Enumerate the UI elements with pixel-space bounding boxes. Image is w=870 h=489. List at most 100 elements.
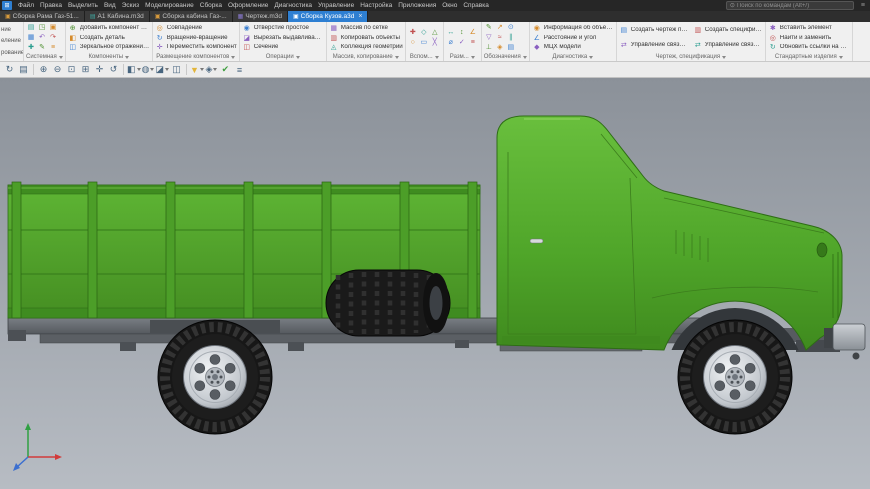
ribbon-icon[interactable]: ✚ xyxy=(26,43,36,52)
ribbon-group-label[interactable]: Диагностика xyxy=(532,53,614,61)
ribbon-icon[interactable]: ↗ xyxy=(495,23,505,32)
scheme-icon[interactable]: ▤ xyxy=(17,63,30,76)
ribbon-button[interactable]: ◫Сечение xyxy=(242,43,324,52)
document-tab[interactable]: ▣Сборка Кузов.a3d× xyxy=(288,11,368,22)
ribbon-icon[interactable]: ⌀ xyxy=(446,38,456,47)
ribbon-button[interactable]: ∠Расстояние и угол xyxy=(532,34,614,43)
menu-item[interactable]: Приложения xyxy=(395,2,439,9)
menu-item[interactable]: Моделирование xyxy=(142,2,197,9)
ribbon-icon[interactable]: ↷ xyxy=(48,33,58,42)
ribbon-icon[interactable]: ◈ xyxy=(495,43,505,52)
pan-icon[interactable]: ✛ xyxy=(93,63,106,76)
ribbon-button[interactable]: ↻Обновить ссылки на мод... xyxy=(768,43,850,52)
ribbon-icon[interactable]: ╳ xyxy=(430,38,440,47)
ribbon-icon[interactable]: ≡ xyxy=(468,38,478,47)
ribbon-group-label[interactable]: Массив, копирование xyxy=(329,53,403,61)
menu-item[interactable]: Окно xyxy=(439,2,460,9)
collapsed-panel-label[interactable]: ние xyxy=(1,27,22,33)
ribbon-button[interactable]: ▤Создать чертеж по модели xyxy=(619,26,689,35)
menu-item[interactable]: Управление xyxy=(315,2,357,9)
ribbon-group-label[interactable]: Операции xyxy=(242,53,324,61)
command-search[interactable]: ⊙ xyxy=(726,1,854,10)
ribbon-button[interactable]: ✛Переместить компонент xyxy=(155,43,237,52)
section-view-icon[interactable]: ◫ xyxy=(170,63,183,76)
ribbon-button[interactable]: ◫Зеркальное отражение ко... xyxy=(68,43,150,52)
document-tab[interactable]: ▦Чертеж.m3d xyxy=(233,11,288,22)
app-menu-icon[interactable]: ⊞ xyxy=(2,1,12,10)
ribbon-button[interactable]: ⇄Управление связанными ч... xyxy=(619,41,689,50)
ribbon-button[interactable]: ◎Совпадение xyxy=(155,24,237,33)
ribbon-button[interactable]: ▥Создать спецификацию xyxy=(693,26,763,35)
collapsed-panel-label[interactable]: еление xyxy=(1,38,22,44)
zoom-out-icon[interactable]: ⊖ xyxy=(51,63,64,76)
tab-close-icon[interactable]: × xyxy=(358,13,362,20)
ribbon-group-label[interactable]: Размещение компонентов xyxy=(155,53,237,61)
zoom-area-icon[interactable]: ⊡ xyxy=(65,63,78,76)
menu-item[interactable]: Диагностика xyxy=(271,2,315,9)
ribbon-button[interactable]: ⊕Добавить компонент из... xyxy=(68,24,150,33)
ribbon-group-label[interactable]: Чертеж, спецификация xyxy=(619,53,763,61)
ribbon-icon[interactable]: ⊙ xyxy=(506,23,516,32)
hidden-lines-icon[interactable]: ◪ xyxy=(156,63,170,76)
ribbon-icon[interactable]: ▦ xyxy=(26,33,36,42)
ribbon-icon[interactable]: ↕ xyxy=(457,28,467,37)
document-tab[interactable]: ▣Сборка Рама Газ-51... xyxy=(0,11,85,22)
check-icon[interactable]: ✔ xyxy=(219,63,232,76)
truck-model[interactable] xyxy=(0,78,870,489)
ribbon-button[interactable]: ◆МЦХ модели xyxy=(532,43,614,52)
ribbon-icon[interactable]: ≈ xyxy=(495,33,505,42)
ribbon-button[interactable]: ◉Информация об объекте xyxy=(532,24,614,33)
ribbon-icon[interactable]: ↶ xyxy=(37,33,47,42)
ribbon-icon[interactable]: ✎ xyxy=(37,43,47,52)
ribbon-group-label[interactable]: Разм... xyxy=(446,53,479,61)
collapsed-panel-label[interactable]: рование xyxy=(1,50,22,56)
viewport-3d[interactable] xyxy=(0,78,870,489)
display-style-icon[interactable]: ◍ xyxy=(142,63,155,76)
document-tab[interactable]: ▤A1 Кабина.m3d xyxy=(85,11,150,22)
menu-item[interactable]: Справка xyxy=(460,2,492,9)
document-tab[interactable]: ▣Сборка кабина Газ-... xyxy=(150,11,233,22)
ribbon-group-label[interactable]: Стандартные изделия xyxy=(768,53,850,61)
filter-icon[interactable]: ▼ xyxy=(190,63,204,76)
ribbon-icon[interactable]: ∥ xyxy=(506,33,516,42)
orbit-icon[interactable]: ↺ xyxy=(107,63,120,76)
options-icon[interactable]: ≡ xyxy=(233,63,246,76)
ribbon-icon[interactable]: ◳ xyxy=(37,23,47,32)
refresh-icon[interactable]: ↻ xyxy=(3,63,16,76)
menu-item[interactable]: Правка xyxy=(37,2,65,9)
ribbon-group-label[interactable]: Обозначения xyxy=(484,53,527,61)
ribbon-icon[interactable]: ▣ xyxy=(48,23,58,32)
ribbon-button[interactable]: ◧Создать деталь xyxy=(68,34,150,43)
ribbon-button[interactable]: ◪Вырезать выдавливанием xyxy=(242,34,324,43)
menu-item[interactable]: Файл xyxy=(15,2,37,9)
ribbon-group-label[interactable]: Вспом... xyxy=(408,53,441,61)
ribbon-icon[interactable]: ▭ xyxy=(419,38,429,47)
ribbon-icon[interactable]: ↔ xyxy=(446,28,456,37)
zoom-in-icon[interactable]: ⊕ xyxy=(37,63,50,76)
ribbon-icon[interactable]: ○ xyxy=(408,38,418,47)
ribbon-icon[interactable]: ≡ xyxy=(48,43,58,52)
ribbon-icon[interactable]: ▤ xyxy=(26,23,36,32)
menu-item[interactable]: Сборка xyxy=(197,2,225,9)
menu-item[interactable]: Оформление xyxy=(225,2,271,9)
ribbon-icon[interactable]: ◇ xyxy=(419,28,429,37)
ribbon-icon[interactable]: △ xyxy=(430,28,440,37)
ribbon-button[interactable]: ◬Коллекция геометрии xyxy=(329,43,403,52)
menu-item[interactable]: Выделить xyxy=(65,2,101,9)
ribbon-icon[interactable]: ▤ xyxy=(506,43,516,52)
menu-item[interactable]: Вид xyxy=(101,2,119,9)
interface-options-icon[interactable]: ≡ xyxy=(858,2,868,9)
zoom-all-icon[interactable]: ⊞ xyxy=(79,63,92,76)
ribbon-group-label[interactable]: Системная xyxy=(26,53,63,61)
snap-icon[interactable]: ◈ xyxy=(205,63,218,76)
ribbon-group-label[interactable]: Компоненты xyxy=(68,53,150,61)
ribbon-icon[interactable]: ✚ xyxy=(408,28,418,37)
ribbon-icon[interactable]: ✓ xyxy=(457,38,467,47)
ribbon-icon[interactable]: ∠ xyxy=(468,28,478,37)
ribbon-button[interactable]: ▥Копировать объекты xyxy=(329,34,403,43)
ribbon-icon[interactable]: ▽ xyxy=(484,33,494,42)
menu-item[interactable]: Настройка xyxy=(357,2,395,9)
menu-item[interactable]: Эскиз xyxy=(119,2,142,9)
ribbon-button[interactable]: ◉Отверстие простое xyxy=(242,24,324,33)
ribbon-button[interactable]: ↻Вращение-вращение xyxy=(155,34,237,43)
